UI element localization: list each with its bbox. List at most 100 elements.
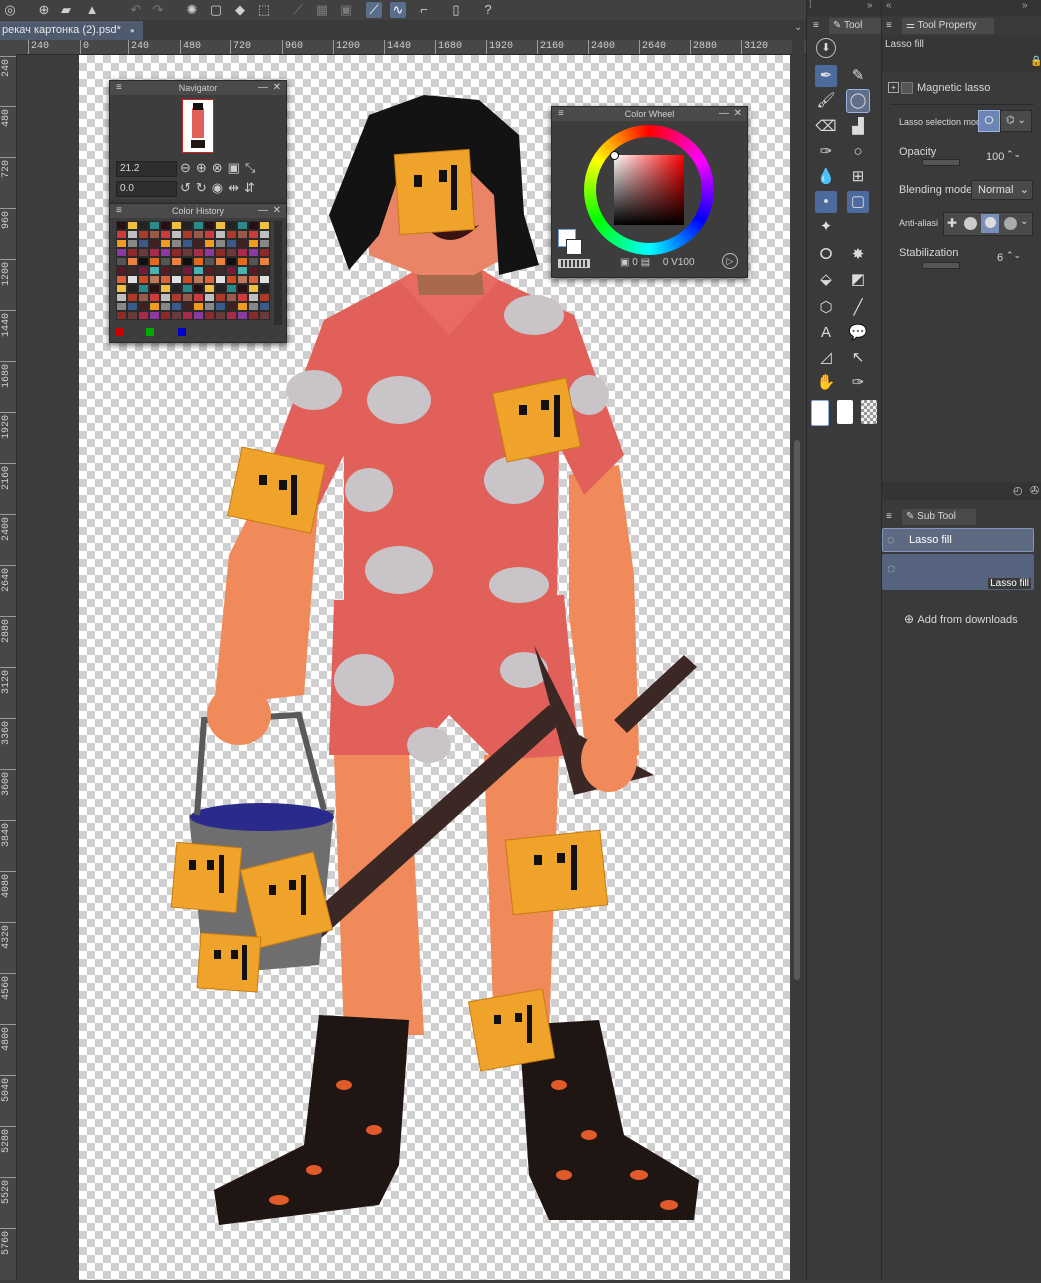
history-swatch[interactable]: [215, 302, 226, 311]
snap-grid-icon[interactable]: ▦: [314, 2, 330, 18]
text-tool-icon[interactable]: A: [815, 322, 837, 344]
stabilization-value[interactable]: 6: [997, 252, 1003, 264]
history-swatch[interactable]: [160, 311, 171, 320]
stabilization-spinner-icon[interactable]: ⌃⌄: [1006, 250, 1021, 261]
clear-icon[interactable]: ▢: [208, 2, 224, 18]
curve-icon[interactable]: ∿: [390, 2, 406, 18]
history-swatch[interactable]: [138, 230, 149, 239]
history-swatch[interactable]: [259, 275, 270, 284]
opacity-slider[interactable]: [922, 159, 960, 166]
history-swatch[interactable]: [138, 302, 149, 311]
history-swatch[interactable]: [160, 275, 171, 284]
history-swatch[interactable]: [226, 275, 237, 284]
canvas-vertical-scrollbar[interactable]: [792, 40, 804, 1280]
history-swatch[interactable]: [204, 284, 215, 293]
history-swatch[interactable]: [171, 239, 182, 248]
history-swatch[interactable]: [171, 275, 182, 284]
history-swatch[interactable]: [215, 311, 226, 320]
history-swatch[interactable]: [138, 257, 149, 266]
history-swatch[interactable]: [226, 302, 237, 311]
aa-none-icon[interactable]: ✚: [947, 216, 957, 230]
open-folder-icon[interactable]: ▰: [58, 2, 74, 18]
expand-plus-icon[interactable]: +: [888, 82, 899, 93]
scrollbar-thumb[interactable]: [794, 440, 800, 980]
zoom-field[interactable]: 21.2: [116, 161, 177, 177]
pencil-tool-icon[interactable]: ✎: [847, 65, 869, 87]
lasso-mode-polyline-icon[interactable]: ⌬ ⌄: [1000, 110, 1032, 132]
collapse-icon[interactable]: «: [886, 0, 892, 11]
history-swatch[interactable]: [248, 284, 259, 293]
color-history-title-bar[interactable]: ≡ Color History — ✕: [110, 204, 286, 218]
history-swatch[interactable]: [237, 311, 248, 320]
tab-tool-property[interactable]: ⚌ Tool Property: [902, 18, 994, 34]
history-swatch[interactable]: [193, 284, 204, 293]
history-swatch[interactable]: [149, 302, 160, 311]
history-swatch[interactable]: [215, 275, 226, 284]
history-swatch[interactable]: [248, 275, 259, 284]
collapse-icon[interactable]: »: [867, 0, 873, 11]
loading-icon[interactable]: ✺: [184, 2, 200, 18]
history-swatch[interactable]: [215, 266, 226, 275]
color-wheel-title-bar[interactable]: ≡ Color Wheel — ✕: [552, 107, 747, 121]
brush-tool-icon[interactable]: 🖌: [815, 90, 837, 112]
history-swatch[interactable]: [149, 248, 160, 257]
history-swatch[interactable]: [127, 257, 138, 266]
history-swatch[interactable]: [248, 257, 259, 266]
gradient-tool-icon[interactable]: ◩: [847, 269, 869, 291]
history-swatch[interactable]: [116, 293, 127, 302]
history-swatch[interactable]: [149, 275, 160, 284]
history-swatch[interactable]: [215, 257, 226, 266]
history-swatch[interactable]: [193, 239, 204, 248]
swatch-green[interactable]: [146, 328, 154, 336]
history-swatch[interactable]: [182, 230, 193, 239]
palette-grip-icon[interactable]: ≡: [116, 81, 122, 95]
history-swatch[interactable]: [193, 221, 204, 230]
history-swatch[interactable]: [226, 257, 237, 266]
history-swatch[interactable]: [171, 248, 182, 257]
lasso-fill-tool-icon[interactable]: ◯: [846, 89, 870, 113]
history-swatch[interactable]: [182, 302, 193, 311]
history-swatch[interactable]: [237, 248, 248, 257]
history-swatch[interactable]: [149, 284, 160, 293]
line-tool-icon[interactable]: ╱: [847, 297, 869, 319]
history-swatch[interactable]: [204, 239, 215, 248]
history-swatch[interactable]: [248, 230, 259, 239]
lock-icon[interactable]: 🔒: [1030, 56, 1041, 67]
history-swatch[interactable]: [248, 293, 259, 302]
history-swatch[interactable]: [259, 239, 270, 248]
close-icon[interactable]: ✕: [273, 81, 281, 95]
eraser-tool-icon[interactable]: ⌫: [815, 116, 837, 138]
subtool-item-lasso-fill[interactable]: ◌ Lasso fill: [882, 528, 1034, 552]
history-swatch[interactable]: [237, 221, 248, 230]
history-swatch[interactable]: [226, 248, 237, 257]
anti-aliasing-selector[interactable]: ✚ ⌄: [943, 212, 1033, 236]
history-swatch[interactable]: [204, 302, 215, 311]
history-swatch[interactable]: [259, 257, 270, 266]
history-swatch[interactable]: [149, 311, 160, 320]
history-swatch[interactable]: [171, 230, 182, 239]
snap-ruler-icon[interactable]: ⟋: [290, 2, 306, 18]
ruler-tool-icon[interactable]: ◿: [815, 347, 837, 369]
minimize-icon[interactable]: —: [719, 107, 729, 121]
device-icon[interactable]: ▯: [448, 2, 464, 18]
history-swatch[interactable]: [116, 284, 127, 293]
tab-tool[interactable]: ✎ Tool: [829, 18, 881, 34]
history-swatch[interactable]: [171, 311, 182, 320]
history-swatch[interactable]: [116, 248, 127, 257]
palette-grip-icon[interactable]: ≡: [116, 204, 122, 218]
history-swatch[interactable]: [215, 248, 226, 257]
history-swatch[interactable]: [248, 248, 259, 257]
tab-dropdown-icon[interactable]: ⌄: [794, 22, 802, 33]
history-swatch[interactable]: [116, 275, 127, 284]
history-swatch[interactable]: [193, 275, 204, 284]
history-swatch[interactable]: [160, 302, 171, 311]
history-swatch[interactable]: [259, 284, 270, 293]
history-swatch[interactable]: [226, 293, 237, 302]
history-swatch[interactable]: [226, 266, 237, 275]
history-swatch[interactable]: [149, 266, 160, 275]
history-swatch[interactable]: [259, 311, 270, 320]
history-swatch[interactable]: [182, 293, 193, 302]
history-swatch[interactable]: [138, 221, 149, 230]
history-swatch[interactable]: [171, 293, 182, 302]
bucket-tool-icon[interactable]: ⬙: [815, 269, 837, 291]
